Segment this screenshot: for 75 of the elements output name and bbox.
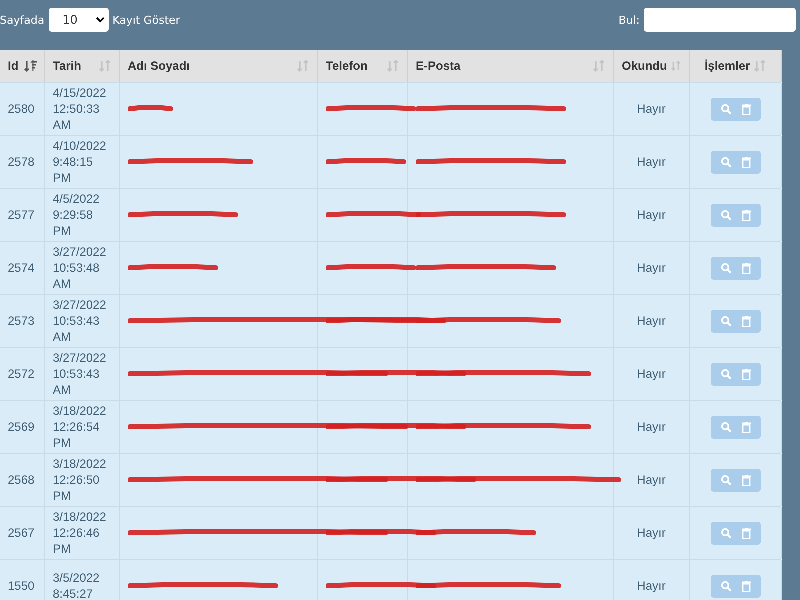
search-icon[interactable]	[720, 210, 732, 220]
search-icon[interactable]	[720, 580, 732, 592]
action-buttons[interactable]	[710, 522, 760, 544]
search-icon[interactable]	[720, 156, 732, 168]
table-cell-text: 3/18/2022 12:26:46 PM	[53, 509, 108, 557]
table-cell: Hayır	[637, 313, 666, 329]
column-header[interactable]: İşlemler	[704, 59, 750, 73]
search-icon[interactable]	[720, 422, 732, 432]
page-size-label: Sayfada	[0, 14, 45, 26]
table-cell-text: 4/5/2022 9:29:58 PM	[53, 191, 101, 239]
sort-icon[interactable]	[24, 60, 38, 72]
column-header[interactable]: Tarih	[53, 59, 82, 73]
table-cell: 1550	[8, 578, 35, 594]
redaction-mark	[128, 105, 173, 113]
page-size-select[interactable]: 10	[48, 8, 109, 32]
column-header[interactable]: Id	[8, 59, 19, 73]
trash-icon[interactable]	[742, 474, 750, 486]
action-buttons[interactable]	[710, 256, 760, 280]
table-cell: Hayır	[637, 207, 666, 223]
table-cell: 2580	[8, 101, 35, 117]
table-cell: 2578	[8, 154, 35, 170]
table-cell-text: 3/27/2022 10:53:48 AM	[53, 244, 108, 292]
action-buttons[interactable]	[710, 98, 760, 120]
table-cell: 2577	[8, 207, 35, 223]
trash-icon[interactable]	[742, 422, 750, 432]
search-field[interactable]	[644, 8, 796, 32]
trash-icon[interactable]	[742, 210, 750, 220]
search-icon[interactable]	[720, 368, 732, 380]
table-cell: Hayır	[637, 366, 666, 382]
table-cell: 2574	[8, 260, 35, 276]
search-icon[interactable]	[720, 474, 732, 486]
table-cell: Hayır	[637, 472, 666, 488]
search-icon[interactable]	[720, 104, 732, 114]
column-header[interactable]: Telefon	[326, 59, 368, 73]
search-label: Bul:	[618, 14, 640, 26]
column-header[interactable]: E-Posta	[416, 59, 461, 73]
action-buttons[interactable]	[710, 416, 760, 438]
page-size-suffix: Kayıt Göster	[112, 14, 180, 26]
table-cell-text: 3/27/2022 10:53:43 AM	[53, 297, 108, 345]
chevron-down-icon	[96, 17, 105, 23]
table-cell: Hayır	[637, 525, 666, 541]
table-cell: 2568	[8, 472, 35, 488]
trash-icon[interactable]	[742, 262, 750, 274]
table-cell: Hayır	[637, 578, 666, 594]
table-cell: Hayır	[637, 419, 666, 435]
table-cell: 2573	[8, 313, 35, 329]
action-buttons[interactable]	[710, 310, 760, 332]
trash-icon[interactable]	[742, 316, 750, 326]
trash-icon[interactable]	[742, 580, 750, 592]
trash-icon[interactable]	[742, 368, 750, 380]
table-cell-text: 3/27/2022 10:53:43 AM	[53, 350, 108, 398]
table-cell-text: 3/18/2022 12:26:54 PM	[53, 403, 108, 451]
column-header[interactable]: Adı Soyadı	[128, 59, 190, 73]
table-cell: Hayır	[637, 260, 666, 276]
table-cell-text: 4/10/2022 9:48:15 PM	[53, 138, 108, 186]
table-cell: Hayır	[637, 154, 666, 170]
table-cell-text: 3/5/2022 8:45:27	[53, 570, 101, 600]
table-cell-text: 4/15/2022 12:50:33 AM	[53, 85, 108, 133]
search-icon[interactable]	[720, 262, 732, 274]
action-buttons[interactable]	[710, 574, 760, 598]
table-cell: 2569	[8, 419, 35, 435]
table-cell: Hayır	[637, 101, 666, 117]
table-cell-text: 3/18/2022 12:26:50 PM	[53, 456, 108, 504]
trash-icon[interactable]	[742, 104, 750, 114]
search-icon[interactable]	[720, 316, 732, 326]
trash-icon[interactable]	[742, 156, 750, 168]
trash-icon[interactable]	[742, 528, 750, 538]
column-header[interactable]: Okundu	[622, 59, 668, 73]
search-icon[interactable]	[720, 528, 732, 538]
action-buttons[interactable]	[710, 468, 760, 492]
table-cell: 2572	[8, 366, 35, 382]
action-buttons[interactable]	[710, 150, 760, 174]
action-buttons[interactable]	[710, 204, 760, 226]
action-buttons[interactable]	[710, 362, 760, 386]
table-cell: 2567	[8, 525, 35, 541]
